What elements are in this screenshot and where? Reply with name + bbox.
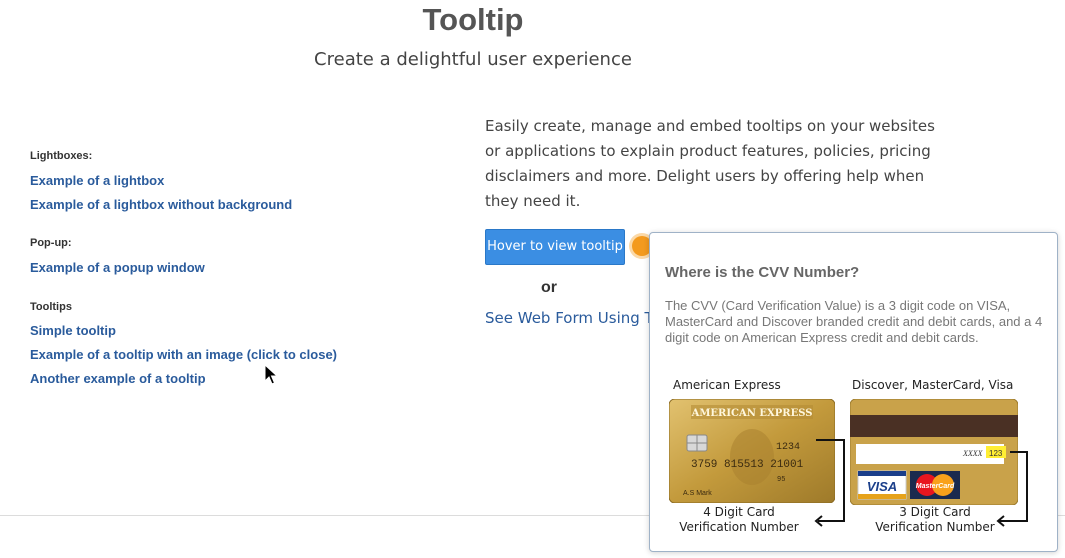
- hover-tooltip-button[interactable]: Hover to view tooltip: [485, 229, 625, 265]
- visa-caption-line1: 3 Digit Card: [899, 505, 971, 519]
- tooltip-description: Easily create, manage and embed tooltips…: [485, 117, 935, 210]
- cvv-tooltip[interactable]: Where is the CVV Number? The CVV (Card V…: [649, 232, 1058, 552]
- visa-caption: 3 Digit Card Verification Number: [860, 505, 1010, 535]
- sidebar-heading-popup: Pop-up:: [30, 237, 72, 249]
- page-title: Tooltip: [422, 2, 524, 37]
- or-separator: or: [541, 279, 557, 296]
- link-tooltip-with-image[interactable]: Example of a tooltip with an image (clic…: [30, 347, 337, 362]
- amex-caption-line2: Verification Number: [679, 520, 799, 534]
- sidebar-heading-tooltips: Tooltips: [30, 301, 72, 313]
- visa-caption-line2: Verification Number: [875, 520, 995, 534]
- mouse-cursor-icon: [264, 364, 278, 385]
- link-lightbox-no-background[interactable]: Example of a lightbox without background: [30, 197, 292, 212]
- link-another-tooltip[interactable]: Another example of a tooltip: [30, 371, 206, 386]
- link-popup-window[interactable]: Example of a popup window: [30, 260, 205, 275]
- amex-caption-line1: 4 Digit Card: [703, 505, 775, 519]
- web-form-link[interactable]: See Web Form Using Tooltips: [485, 309, 655, 327]
- sidebar-heading-lightboxes: Lightboxes:: [30, 150, 93, 162]
- page-subtitle: Create a delightful user experience: [314, 49, 632, 70]
- link-simple-tooltip[interactable]: Simple tooltip: [30, 323, 116, 338]
- link-lightbox[interactable]: Example of a lightbox: [30, 173, 164, 188]
- amex-caption: 4 Digit Card Verification Number: [664, 505, 814, 535]
